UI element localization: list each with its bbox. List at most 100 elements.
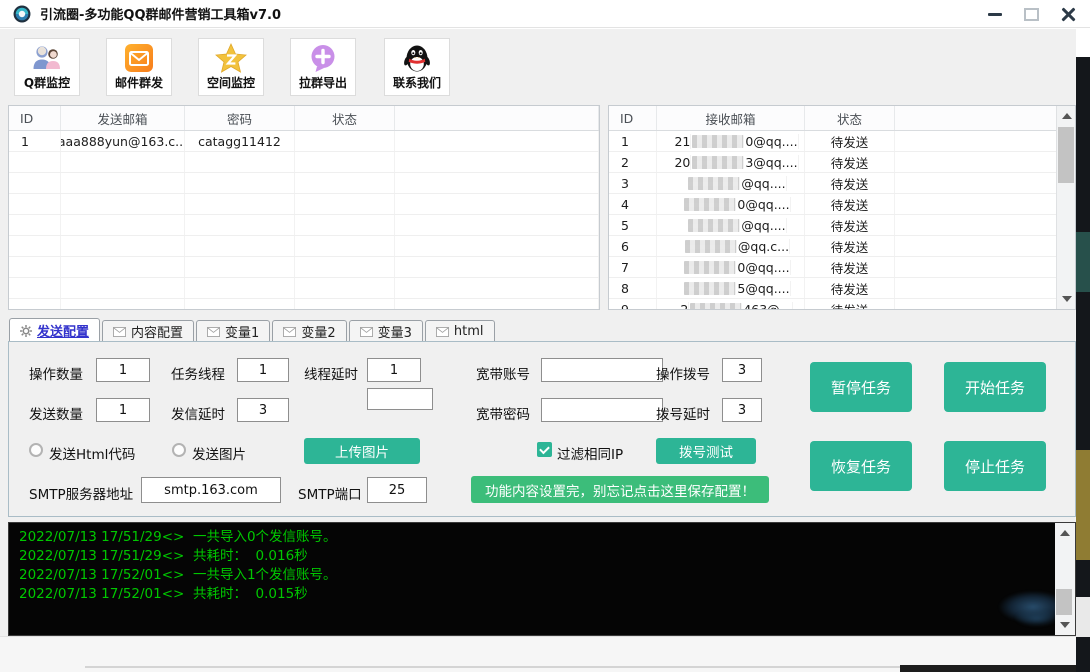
tab-variable-1[interactable]: 变量1 xyxy=(196,320,270,342)
cell-id: 6 xyxy=(609,236,657,256)
toolbar-group-export-button[interactable]: 拉群导出 xyxy=(290,38,356,96)
maximize-button[interactable] xyxy=(1024,8,1039,21)
cell-recv-email: @qq.... xyxy=(657,215,805,235)
send-image-radio[interactable] xyxy=(172,443,186,457)
tab-label: 发送配置 xyxy=(37,321,89,340)
start-task-button[interactable]: 开始任务 xyxy=(944,362,1046,412)
field-label: 拨号延时 xyxy=(656,403,710,423)
table-row[interactable]: 1 aaa888yun@163.c... catagg11412 xyxy=(9,131,599,152)
stop-task-button[interactable]: 停止任务 xyxy=(944,441,1046,491)
cell-id: 1 xyxy=(609,131,657,151)
field-label: 宽带账号 xyxy=(476,363,530,383)
cell-id: 9 xyxy=(609,299,657,310)
tab-label: 变量1 xyxy=(225,322,259,341)
close-button[interactable] xyxy=(1061,7,1076,22)
table-row[interactable]: 9 2463@... 待发送 xyxy=(609,299,1057,310)
sender-table-header: ID 发送邮箱 密码 状态 xyxy=(9,106,599,131)
window-title: 引流圈-多功能QQ群邮件营销工具箱v7.0 xyxy=(40,4,281,23)
cell-id: 8 xyxy=(609,278,657,298)
op-dial-input[interactable] xyxy=(722,358,762,382)
log-scrollbar[interactable] xyxy=(1055,523,1075,635)
cell-id: 1 xyxy=(9,131,61,151)
checkbox-label: 过滤相同IP xyxy=(557,443,623,463)
star-icon xyxy=(215,41,247,75)
toolbar-label: Q群监控 xyxy=(24,75,70,92)
tab-label: html xyxy=(454,324,484,339)
toolbar-mail-mass-send-button[interactable]: 邮件群发 xyxy=(106,38,172,96)
table-row[interactable]: 7 0@qq.... 待发送 xyxy=(609,257,1057,278)
thread-delay-input[interactable] xyxy=(367,358,421,382)
resume-task-button[interactable]: 恢复任务 xyxy=(810,441,912,491)
cell-id: 4 xyxy=(609,194,657,214)
app-logo-icon xyxy=(13,5,31,23)
censored-email-block xyxy=(688,219,740,232)
cell-recv-email: 210@qq.... xyxy=(657,131,805,151)
filter-same-ip-checkbox[interactable] xyxy=(537,442,552,457)
send-count-input[interactable] xyxy=(96,398,150,422)
qq-penguin-icon xyxy=(402,41,432,75)
table-row[interactable]: 5 @qq.... 待发送 xyxy=(609,215,1057,236)
table-row[interactable]: 8 5@qq.... 待发送 xyxy=(609,278,1057,299)
dial-delay-input[interactable] xyxy=(722,398,762,422)
cell-status: 待发送 xyxy=(805,194,895,214)
people-icon xyxy=(31,41,63,75)
toolbar-contact-us-button[interactable]: 联系我们 xyxy=(384,38,450,96)
cell-recv-email: 5@qq.... xyxy=(657,278,805,298)
cell-recv-email: 203@qq.... xyxy=(657,152,805,172)
recipient-table-header: ID 接收邮箱 状态 xyxy=(609,106,1057,131)
scroll-up-icon[interactable] xyxy=(1062,113,1072,119)
config-tabs: 发送配置 内容配置 变量1 变量2 变量3 html xyxy=(9,318,497,342)
toolbar-label: 联系我们 xyxy=(393,75,441,92)
minimize-button[interactable] xyxy=(988,13,1002,16)
scroll-up-icon[interactable] xyxy=(1060,530,1070,536)
scrollbar-thumb[interactable] xyxy=(1056,589,1072,615)
table-row-empty xyxy=(9,194,599,215)
table-row[interactable]: 6 @qq.c... 待发送 xyxy=(609,236,1057,257)
dial-test-button[interactable]: 拨号测试 xyxy=(656,438,756,464)
radio-label: 发送Html代码 xyxy=(49,443,135,463)
task-threads-input[interactable] xyxy=(237,358,289,382)
col-header: 接收邮箱 xyxy=(657,106,805,130)
cell-recv-email: 0@qq.... xyxy=(657,257,805,277)
log-lines: 2022/07/13 17/51/29<> 一共导入0个发信账号。 2022/0… xyxy=(9,523,1075,604)
tab-html[interactable]: html xyxy=(425,320,495,342)
smtp-port-input[interactable] xyxy=(367,477,427,503)
cell-status: 待发送 xyxy=(805,173,895,193)
table-row[interactable]: 1 210@qq.... 待发送 xyxy=(609,131,1057,152)
tab-send-config[interactable]: 发送配置 xyxy=(9,318,100,342)
send-delay-input[interactable] xyxy=(237,398,289,422)
censored-email-block xyxy=(692,156,744,169)
scroll-down-icon[interactable] xyxy=(1062,296,1072,302)
pause-task-button[interactable]: 暂停任务 xyxy=(810,362,912,412)
col-header xyxy=(395,106,599,130)
op-count-input[interactable] xyxy=(96,358,150,382)
toolbar-qzone-monitor-button[interactable]: 空间监控 xyxy=(198,38,264,96)
tab-variable-3[interactable]: 变量3 xyxy=(349,320,423,342)
broadband-account-input[interactable] xyxy=(541,358,663,382)
save-config-button[interactable]: 功能内容设置完，别忘记点击这里保存配置！ xyxy=(471,476,769,503)
tab-content-config[interactable]: 内容配置 xyxy=(102,320,194,342)
log-line: 2022/07/13 17/52/01<> 共耗时： 0.015秒 xyxy=(19,585,1075,604)
tab-variable-2[interactable]: 变量2 xyxy=(272,320,346,342)
log-output[interactable]: 2022/07/13 17/51/29<> 一共导入0个发信账号。 2022/0… xyxy=(8,522,1076,636)
scroll-down-icon[interactable] xyxy=(1060,622,1070,628)
field-label: SMTP服务器地址 xyxy=(29,483,133,503)
table-row[interactable]: 3 @qq.... 待发送 xyxy=(609,173,1057,194)
censored-email-block xyxy=(692,135,744,148)
table-row[interactable]: 4 0@qq.... 待发送 xyxy=(609,194,1057,215)
toolbar-qq-group-monitor-button[interactable]: Q群监控 xyxy=(14,38,80,96)
title-bar: 引流圈-多功能QQ群邮件营销工具箱v7.0 xyxy=(0,0,1090,28)
scrollbar-thumb[interactable] xyxy=(1058,127,1074,183)
cell-status: 待发送 xyxy=(805,152,895,172)
table-row-empty xyxy=(9,278,599,299)
cell-recv-email: 0@qq.... xyxy=(657,194,805,214)
broadband-password-input[interactable] xyxy=(541,398,663,422)
toolbar-label: 邮件群发 xyxy=(115,75,163,92)
recipient-table-scrollbar[interactable] xyxy=(1056,106,1075,309)
unlabeled-input[interactable] xyxy=(367,388,433,410)
send-html-radio[interactable] xyxy=(29,443,43,457)
screenshot-artifact xyxy=(1014,609,1059,627)
table-row[interactable]: 2 203@qq.... 待发送 xyxy=(609,152,1057,173)
upload-image-button[interactable]: 上传图片 xyxy=(304,438,420,464)
smtp-server-input[interactable] xyxy=(141,477,281,503)
